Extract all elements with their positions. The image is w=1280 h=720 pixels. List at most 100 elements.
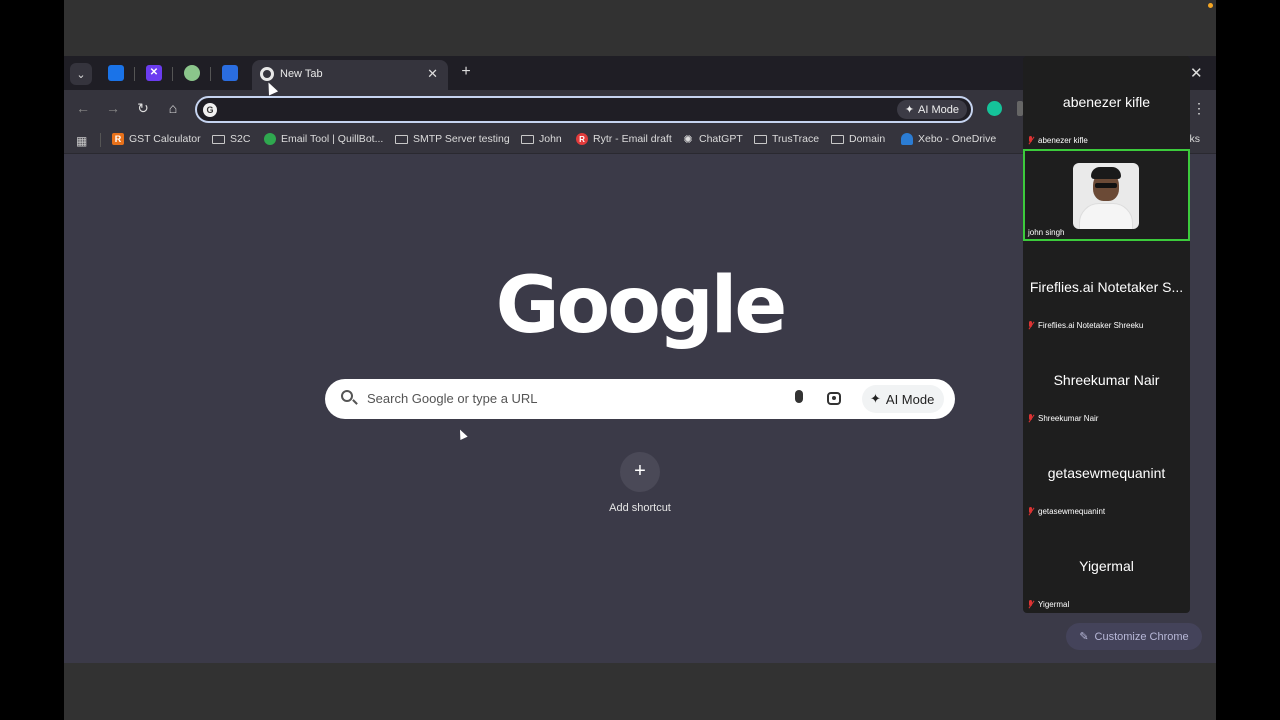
mic-muted-icon bbox=[1027, 600, 1034, 609]
participant-name: Fireflies.ai Notetaker Shreeku bbox=[1038, 321, 1144, 330]
bookmark-smtp-server-testing[interactable]: SMTP Server testing bbox=[395, 133, 510, 145]
pinned-tab-extension[interactable] bbox=[184, 65, 200, 81]
participant-tile[interactable]: getasewmequanint getasewmequanint bbox=[1023, 427, 1190, 519]
address-bar[interactable]: G ✦ AI Mode bbox=[195, 96, 973, 123]
ntp-search-box[interactable]: Search Google or type a URL ✦ AI Mode bbox=[325, 379, 955, 419]
participant-display-name: getasewmequanint bbox=[1047, 465, 1166, 481]
r-logo-icon: R bbox=[112, 133, 124, 145]
avatar-hair bbox=[1091, 167, 1121, 179]
chrome-menu-icon[interactable]: ⋮ bbox=[1192, 100, 1206, 117]
participant-display-name: Fireflies.ai Notetaker S... bbox=[1029, 279, 1184, 295]
participant-tile[interactable]: Fireflies.ai Notetaker S... Fireflies.ai… bbox=[1023, 241, 1190, 333]
bookmark-john[interactable]: John bbox=[521, 133, 562, 145]
tab-separator bbox=[210, 67, 211, 81]
top-letterbox bbox=[64, 0, 1216, 56]
bookmark-label: S2C bbox=[230, 133, 251, 145]
customize-chrome-label: Customize Chrome bbox=[1094, 630, 1189, 643]
apps-grid-icon[interactable]: ▦ bbox=[76, 134, 87, 148]
participant-name: Shreekumar Nair bbox=[1038, 414, 1099, 423]
participant-label: Shreekumar Nair bbox=[1027, 414, 1098, 423]
home-icon[interactable]: ⌂ bbox=[164, 100, 182, 116]
folder-icon bbox=[831, 134, 844, 144]
bookmark-gst-calculator[interactable]: R GST Calculator bbox=[112, 133, 201, 145]
folder-icon bbox=[521, 134, 534, 144]
bookmark-label: Email Tool | QuillBot... bbox=[281, 133, 384, 145]
recording-indicator-icon bbox=[1208, 3, 1213, 8]
tab-title: New Tab bbox=[280, 68, 323, 80]
grammarly-icon[interactable] bbox=[987, 101, 1002, 116]
participant-name: abenezer kifle bbox=[1038, 136, 1088, 145]
participant-tile[interactable]: Yigermal Yigermal bbox=[1023, 520, 1190, 612]
bookmark-label: Xebo - OneDrive bbox=[918, 133, 997, 145]
bookmark-label: ChatGPT bbox=[699, 133, 743, 145]
rytr-icon: R bbox=[576, 133, 588, 145]
bookmark-s2c[interactable]: S2C bbox=[212, 133, 250, 145]
participant-tile[interactable]: Shreekumar Nair Shreekumar Nair bbox=[1023, 334, 1190, 426]
pencil-icon: ✎ bbox=[1079, 631, 1089, 643]
mic-muted-icon bbox=[1027, 136, 1034, 145]
sparkle-search-icon: ✦ bbox=[870, 391, 881, 406]
participant-label: john singh bbox=[1028, 228, 1064, 237]
bookmark-rytr[interactable]: R Rytr - Email draft bbox=[576, 133, 672, 145]
bookmark-label: TrusTrace bbox=[772, 133, 820, 145]
sparkle-search-icon: ✦ bbox=[904, 104, 915, 116]
sunglasses-icon bbox=[1095, 183, 1117, 188]
pinned-tab-outlook[interactable] bbox=[108, 65, 124, 81]
participant-tile-active-speaker[interactable]: john singh bbox=[1023, 149, 1190, 241]
search-icon bbox=[341, 390, 353, 402]
bookmark-domain[interactable]: Domain bbox=[831, 133, 885, 145]
onedrive-icon bbox=[901, 133, 913, 145]
bottom-letterbox bbox=[64, 663, 1216, 720]
mic-muted-icon bbox=[1027, 414, 1034, 423]
quillbot-icon bbox=[264, 133, 276, 145]
google-lens-icon[interactable] bbox=[827, 392, 841, 405]
chatgpt-icon: ✺ bbox=[683, 133, 693, 146]
folder-icon bbox=[212, 134, 225, 144]
pinned-tab-pin-app[interactable] bbox=[222, 65, 238, 81]
tab-new-tab[interactable]: New Tab ✕ bbox=[252, 60, 448, 90]
window-close-icon[interactable]: ✕ bbox=[1190, 64, 1203, 82]
ntp-ai-mode-button[interactable]: ✦ AI Mode bbox=[862, 385, 945, 413]
reload-icon[interactable]: ↻ bbox=[134, 100, 152, 117]
customize-chrome-button[interactable]: ✎ Customize Chrome bbox=[1066, 623, 1202, 650]
omnibox-ai-mode-button[interactable]: ✦ AI Mode bbox=[896, 100, 967, 119]
mic-muted-icon bbox=[1027, 321, 1034, 330]
new-tab-plus-icon[interactable]: + bbox=[458, 63, 474, 81]
participant-display-name: abenezer kifle bbox=[1062, 94, 1151, 110]
search-placeholder[interactable]: Search Google or type a URL bbox=[367, 391, 538, 406]
chrome-icon bbox=[260, 67, 274, 81]
forward-arrow-icon[interactable]: → bbox=[104, 100, 122, 116]
bookmarks-separator bbox=[100, 133, 101, 147]
mic-muted-icon bbox=[1027, 507, 1034, 516]
participant-label: Fireflies.ai Notetaker Shreeku bbox=[1027, 321, 1143, 330]
tab-separator bbox=[134, 67, 135, 81]
participant-label: Yigermal bbox=[1027, 600, 1069, 609]
bookmark-label: Rytr - Email draft bbox=[593, 133, 672, 145]
participant-label: getasewmequanint bbox=[1027, 507, 1105, 516]
pinned-tab-x-app[interactable]: ✕ bbox=[146, 65, 162, 81]
omnibox-ai-mode-label: AI Mode bbox=[918, 103, 959, 116]
tab-search-chevron-icon[interactable]: ⌄ bbox=[70, 63, 92, 85]
avatar bbox=[1073, 163, 1139, 229]
folder-icon bbox=[754, 134, 767, 144]
folder-icon bbox=[395, 134, 408, 144]
add-shortcut-plus-icon[interactable]: + bbox=[620, 452, 660, 492]
bookmark-trustrace[interactable]: TrusTrace bbox=[754, 133, 819, 145]
participant-name: Yigermal bbox=[1038, 600, 1070, 609]
bookmark-chatgpt[interactable]: ✺ ChatGPT bbox=[682, 133, 743, 146]
microphone-icon[interactable] bbox=[795, 390, 803, 403]
tab-close-icon[interactable]: ✕ bbox=[427, 66, 438, 82]
bookmark-quillbot[interactable]: Email Tool | QuillBot... bbox=[264, 133, 383, 145]
google-g-icon: G bbox=[203, 103, 217, 117]
bookmark-label: GST Calculator bbox=[129, 133, 201, 145]
back-arrow-icon[interactable]: ← bbox=[74, 100, 92, 116]
participant-display-name: Shreekumar Nair bbox=[1053, 372, 1160, 388]
participant-label: abenezer kifle bbox=[1027, 136, 1088, 145]
participant-name: getasewmequanint bbox=[1038, 507, 1106, 516]
add-shortcut-label[interactable]: Add shortcut bbox=[590, 502, 690, 514]
ntp-ai-mode-label: AI Mode bbox=[885, 391, 935, 407]
participant-display-name: Yigermal bbox=[1079, 558, 1134, 574]
participant-tile[interactable]: abenezer kifle abenezer kifle bbox=[1023, 56, 1190, 148]
bookmark-xebo-onedrive[interactable]: Xebo - OneDrive bbox=[901, 133, 996, 145]
participant-name: john singh bbox=[1028, 228, 1065, 237]
